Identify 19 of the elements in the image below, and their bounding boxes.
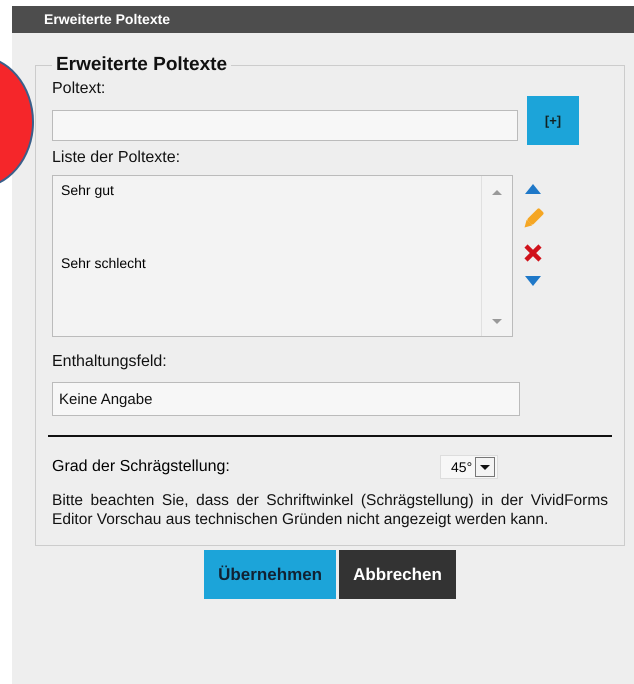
scroll-up-icon[interactable] [491, 188, 503, 196]
list-item[interactable]: Sehr gut [61, 182, 473, 255]
input-field[interactable] [52, 110, 518, 141]
delete-icon[interactable] [523, 243, 543, 263]
list-box[interactable]: Sehr gut Sehr schlecht [52, 175, 513, 337]
note-text: Bitte beachten Sie, dass der Schriftwinkel (Schrägstellung) in der VividForms Editor Vorschau aus technischen Gründen nicht angezeigt werden kann. [52, 491, 608, 529]
input-field[interactable]: Keine Angabe [52, 382, 520, 416]
list-item[interactable]: Sehr schlecht [61, 255, 473, 328]
cancel-button[interactable]: Abbrechen [339, 550, 456, 599]
angle-dropdown[interactable]: 45° [440, 455, 498, 479]
apply-button[interactable]: Übernehmen [204, 550, 336, 599]
add-button[interactable]: [+] [527, 96, 579, 145]
field-label: Grad der Schrägstellung: [52, 458, 231, 476]
window-title: Erweiterte Poltexte [44, 11, 170, 27]
field-label: Enthaltungsfeld: [52, 353, 168, 371]
field-label: Liste der Poltexte: [52, 149, 182, 167]
field-label: Poltext: [52, 80, 106, 98]
scroll-down-icon[interactable] [491, 318, 503, 326]
section-title: Erweiterte Poltexte [55, 54, 228, 76]
